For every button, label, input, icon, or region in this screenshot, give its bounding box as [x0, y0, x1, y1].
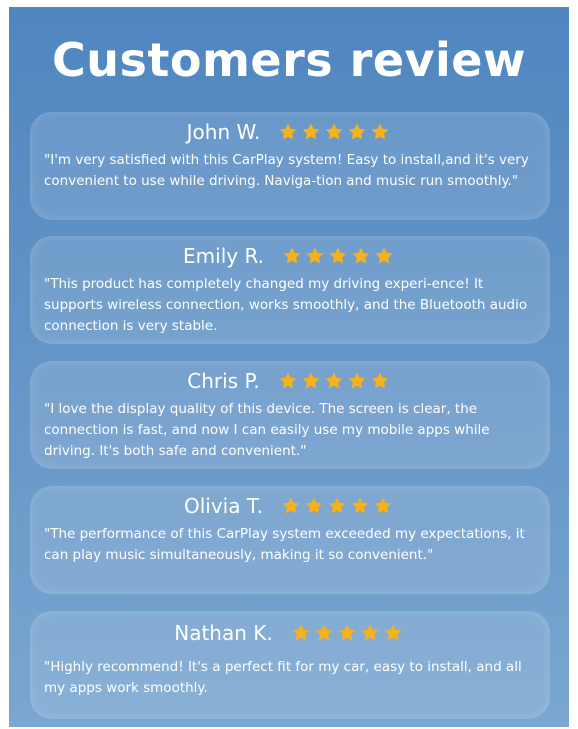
star-icon — [324, 371, 344, 391]
review-text: "The performance of this CarPlay system … — [44, 526, 525, 563]
star-icon — [347, 371, 367, 391]
star-icon — [301, 122, 321, 142]
star-icon — [291, 623, 311, 643]
review-header: John W. — [30, 118, 550, 146]
star-icon — [282, 246, 302, 266]
star-icon — [374, 246, 394, 266]
review-card: Nathan K. "Highly recommend! It's a perf… — [30, 611, 550, 719]
review-text: "I'm very satisfied with this CarPlay sy… — [44, 152, 529, 189]
star-icon — [281, 496, 301, 516]
review-panel: Customers review John W. "I'm very satis… — [9, 7, 569, 727]
review-header: Emily R. — [30, 242, 550, 270]
review-card: John W. "I'm very satisfied with this Ca… — [30, 112, 550, 220]
star-icon — [304, 496, 324, 516]
star-rating — [281, 496, 396, 516]
star-icon — [350, 496, 370, 516]
star-icon — [327, 496, 347, 516]
page: Customers review John W. "I'm very satis… — [0, 0, 578, 729]
review-card: Chris P. "I love the display quality of … — [30, 361, 550, 469]
star-rating — [282, 246, 397, 266]
reviewer-name: Nathan K. — [174, 621, 273, 645]
review-header: Olivia T. — [30, 492, 550, 520]
star-icon — [373, 496, 393, 516]
review-card: Olivia T. "The performance of this CarPl… — [30, 486, 550, 594]
review-header: Nathan K. — [30, 619, 550, 647]
review-text: "I love the display quality of this devi… — [44, 401, 490, 459]
star-icon — [324, 122, 344, 142]
star-rating — [291, 623, 406, 643]
star-icon — [278, 371, 298, 391]
star-icon — [383, 623, 403, 643]
star-icon — [370, 371, 390, 391]
star-icon — [347, 122, 367, 142]
star-rating — [278, 122, 393, 142]
star-rating — [278, 371, 393, 391]
reviewer-name: Chris P. — [187, 369, 260, 393]
review-text: "Highly recommend! It's a perfect fit fo… — [44, 659, 522, 696]
review-card: Emily R. "This product has completely ch… — [30, 236, 550, 344]
star-icon — [328, 246, 348, 266]
review-header: Chris P. — [30, 367, 550, 395]
star-icon — [351, 246, 371, 266]
star-icon — [278, 122, 298, 142]
star-icon — [337, 623, 357, 643]
star-icon — [370, 122, 390, 142]
reviewer-name: Emily R. — [183, 244, 264, 268]
review-text: "This product has completely changed my … — [44, 276, 528, 334]
star-icon — [314, 623, 334, 643]
star-icon — [360, 623, 380, 643]
star-icon — [301, 371, 321, 391]
page-title: Customers review — [51, 33, 527, 87]
reviewer-name: John W. — [186, 120, 261, 144]
reviewer-name: Olivia T. — [183, 494, 264, 518]
star-icon — [305, 246, 325, 266]
